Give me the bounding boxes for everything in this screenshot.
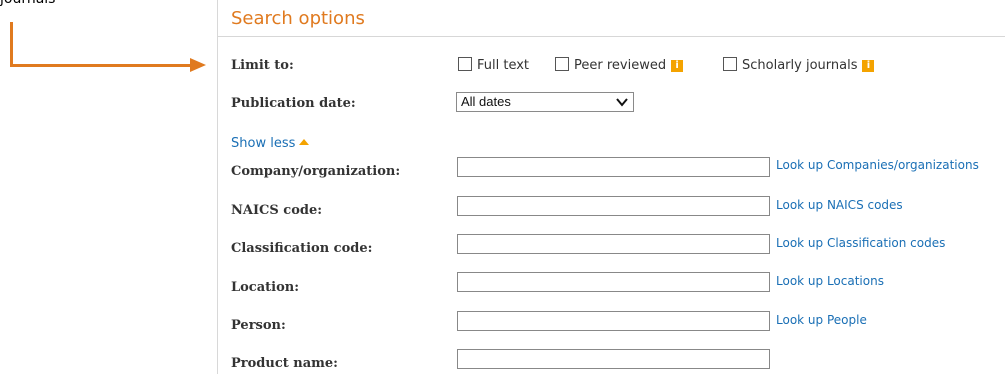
- caret-up-icon: [299, 139, 310, 145]
- annotation-arrow-head: [190, 58, 206, 72]
- company-organization-label: Company/organization:: [231, 164, 401, 179]
- location-label: Location:: [231, 280, 300, 295]
- full-text-checkbox[interactable]: Full text: [458, 57, 529, 73]
- scholarly-journals-checkbox[interactable]: Scholarly journals i: [723, 57, 875, 73]
- lookup-naics-link[interactable]: Look up NAICS codes: [776, 198, 903, 212]
- product-name-input[interactable]: [457, 349, 770, 369]
- person-input[interactable]: [457, 311, 770, 331]
- checkbox-label: Full text: [477, 58, 530, 73]
- publication-date-value: All dates: [461, 94, 511, 109]
- checkbox-label: Peer reviewed: [574, 58, 667, 73]
- naics-code-label: NAICS code:: [231, 203, 323, 218]
- publication-date-select[interactable]: All dates: [456, 92, 634, 112]
- lookup-locations-link[interactable]: Look up Locations: [776, 274, 884, 288]
- classification-code-input[interactable]: [457, 234, 770, 254]
- annotation-text: journals: [0, 0, 55, 7]
- classification-code-label: Classification code:: [231, 241, 373, 256]
- panel-title: Search options: [231, 8, 365, 29]
- search-options-panel: Search options Limit to: Full text Peer …: [217, 0, 1005, 374]
- info-icon[interactable]: i: [862, 60, 875, 72]
- lookup-classification-link[interactable]: Look up Classification codes: [776, 236, 945, 250]
- info-icon[interactable]: i: [671, 60, 684, 72]
- location-input[interactable]: [457, 272, 770, 292]
- checkbox-label: Scholarly journals: [742, 58, 858, 73]
- checkbox-box[interactable]: [555, 57, 569, 71]
- lookup-companies-link[interactable]: Look up Companies/organizations: [776, 158, 979, 172]
- show-less-label: Show less: [231, 136, 296, 151]
- checkbox-box[interactable]: [723, 57, 737, 71]
- person-label: Person:: [231, 318, 286, 333]
- product-name-label: Product name:: [231, 356, 338, 371]
- annotation-arrow-stem: [10, 22, 13, 67]
- peer-reviewed-checkbox[interactable]: Peer reviewed i: [555, 57, 684, 73]
- show-less-link[interactable]: Show less: [231, 136, 310, 151]
- publication-date-label: Publication date:: [231, 96, 356, 111]
- title-divider: [218, 36, 1005, 37]
- company-organization-input[interactable]: [457, 157, 770, 177]
- chevron-down-icon: [616, 98, 628, 107]
- lookup-people-link[interactable]: Look up People: [776, 313, 867, 327]
- annotation-arrow-shaft: [10, 64, 192, 67]
- naics-code-input[interactable]: [457, 196, 770, 216]
- limit-to-label: Limit to:: [231, 58, 294, 73]
- checkbox-box[interactable]: [458, 57, 472, 71]
